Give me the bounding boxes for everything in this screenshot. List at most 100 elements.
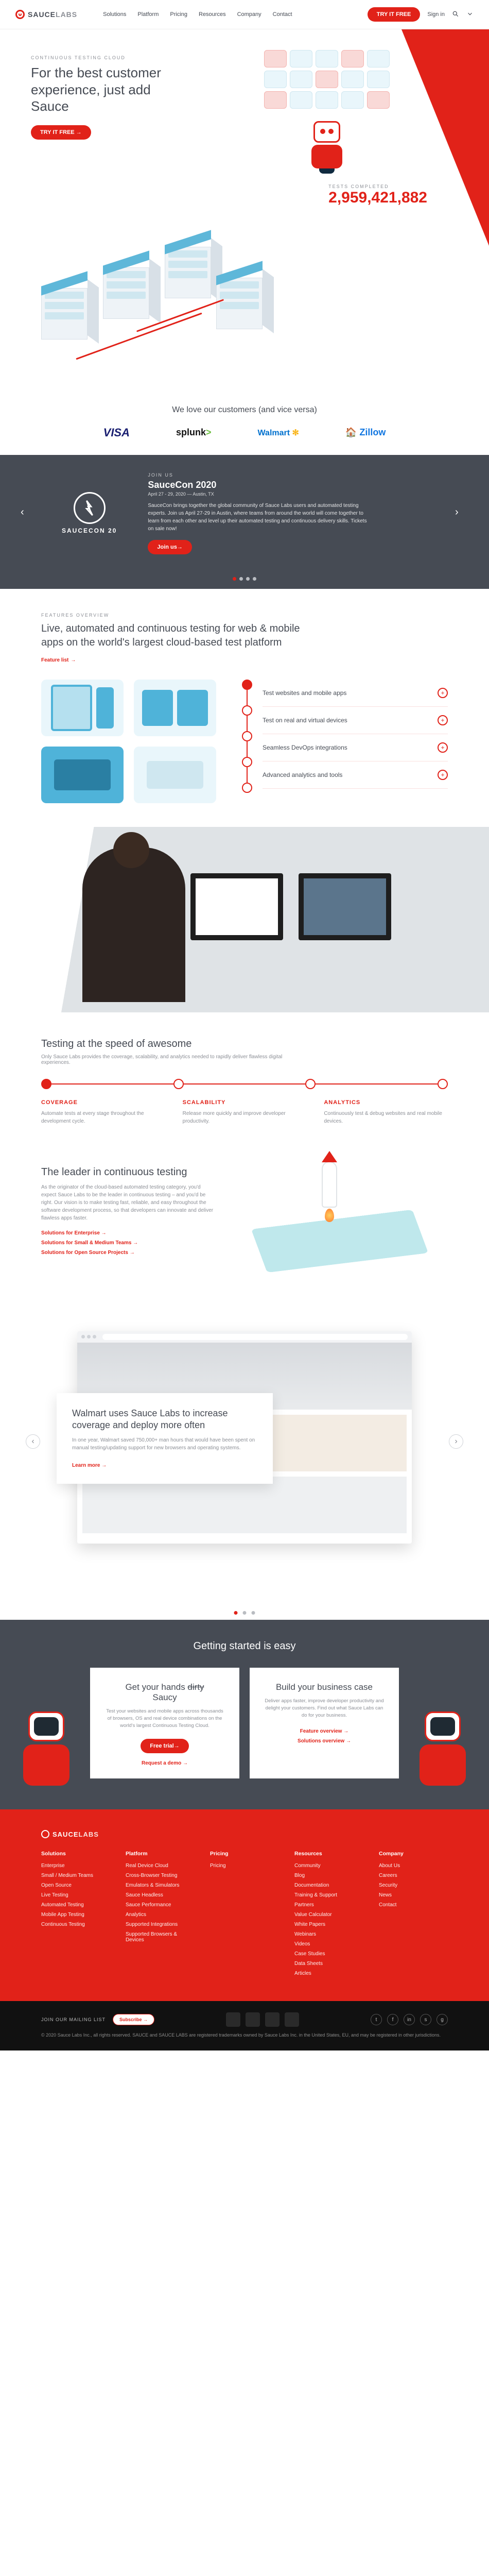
dot-4[interactable] <box>253 577 256 581</box>
case-dot-1[interactable] <box>234 1611 238 1615</box>
case-dot-3[interactable] <box>252 1611 255 1615</box>
get-started-section: Getting started is easy Get your hands d… <box>0 1620 489 1810</box>
footer-link[interactable]: News <box>379 1892 448 1898</box>
footer-link[interactable]: Value Calculator <box>294 1912 363 1918</box>
footer-link[interactable]: Small / Medium Teams <box>41 1873 110 1878</box>
dot-1[interactable] <box>233 577 236 581</box>
footer-link[interactable]: Data Sheets <box>294 1961 363 1967</box>
hero-cta-button[interactable]: TRY IT FREE → <box>31 125 91 140</box>
footer-link[interactable]: Automated Testing <box>41 1902 110 1908</box>
tests-completed-value: 2,959,421,882 <box>328 189 427 207</box>
feature-overview-link[interactable]: Feature overview → <box>300 1728 349 1734</box>
footer-link[interactable]: Cross-Browser Testing <box>126 1873 195 1878</box>
features-heading: Live, automated and continuous testing f… <box>41 622 309 650</box>
case-dot-2[interactable] <box>243 1611 247 1615</box>
subscribe-button[interactable]: Subscribe → <box>113 2014 154 2025</box>
case-prev-button[interactable]: ‹ <box>26 1434 40 1449</box>
feature-item-3[interactable]: Seamless DevOps integrations+ <box>263 734 448 761</box>
github-icon[interactable]: g <box>436 2014 448 2025</box>
speed-sub: Only Sauce Labs provides the coverage, s… <box>41 1054 299 1065</box>
solutions-smb-link[interactable]: Solutions for Small & Medium Teams → <box>41 1240 216 1246</box>
footer-link[interactable]: Enterprise <box>41 1863 110 1869</box>
twitter-icon[interactable]: t <box>371 2014 382 2025</box>
footer-link[interactable]: Continuous Testing <box>41 1922 110 1927</box>
footer-link[interactable]: Live Testing <box>41 1892 110 1898</box>
badge-icon <box>285 2012 299 2027</box>
feature-list-link[interactable]: Feature list→ <box>41 657 76 663</box>
logo-zillow: 🏠 Zillow <box>345 427 386 438</box>
solutions-oss-link[interactable]: Solutions for Open Source Projects → <box>41 1250 216 1256</box>
footer-link[interactable]: Blog <box>294 1873 363 1878</box>
footer-link[interactable]: Articles <box>294 1971 363 1976</box>
saucecon-eyebrow: JOIN US <box>148 472 427 478</box>
badge-icon <box>246 2012 260 2027</box>
footer-link[interactable]: Pricing <box>210 1863 279 1869</box>
solutions-overview-link[interactable]: Solutions overview → <box>298 1738 351 1744</box>
social-links: t f in s g <box>371 2014 448 2025</box>
footer-col-resources: ResourcesCommunityBlogDocumentationTrain… <box>294 1851 363 1980</box>
footer-link[interactable]: Careers <box>379 1873 448 1878</box>
footer-col-solutions: SolutionsEnterpriseSmall / Medium TeamsO… <box>41 1851 110 1980</box>
nav-platform[interactable]: Platform <box>137 11 159 18</box>
search-icon[interactable] <box>452 10 459 19</box>
solutions-enterprise-link[interactable]: Solutions for Enterprise → <box>41 1230 216 1236</box>
facebook-icon[interactable]: f <box>387 2014 398 2025</box>
logo[interactable]: SAUCELABS <box>15 10 77 19</box>
footer-link[interactable]: Videos <box>294 1941 363 1947</box>
footer-link[interactable]: Webinars <box>294 1931 363 1937</box>
feature-item-1[interactable]: Test websites and mobile apps+ <box>263 680 448 707</box>
footer-link[interactable]: Community <box>294 1863 363 1869</box>
footer-link[interactable]: Case Studies <box>294 1951 363 1957</box>
footer-link[interactable]: Sauce Performance <box>126 1902 195 1908</box>
rocket-illustration <box>237 1166 448 1300</box>
footer-link[interactable]: Partners <box>294 1902 363 1908</box>
saucecon-logo-icon <box>74 492 106 524</box>
carousel-prev-icon[interactable]: ‹ <box>21 506 34 520</box>
free-trial-button[interactable]: Free trial → <box>141 1739 188 1753</box>
hero-illustration <box>242 45 412 179</box>
case-next-button[interactable]: › <box>449 1434 463 1449</box>
mailing-list-label: JOIN OUR MAILING LIST <box>41 2017 106 2022</box>
footer-link[interactable]: Sauce Headless <box>126 1892 195 1898</box>
features-timeline <box>242 680 252 793</box>
linkedin-icon[interactable]: in <box>404 2014 415 2025</box>
feature-item-2[interactable]: Test on real and virtual devices+ <box>263 707 448 734</box>
try-free-button[interactable]: TRY IT FREE <box>368 7 421 22</box>
nav-solutions[interactable]: Solutions <box>103 11 126 18</box>
nav-pricing[interactable]: Pricing <box>170 11 187 18</box>
customers-section: We love our customers (and vice versa) V… <box>0 387 489 455</box>
carousel-next-icon[interactable]: › <box>455 506 468 520</box>
nav-contact[interactable]: Contact <box>273 11 292 18</box>
dot-2[interactable] <box>239 577 243 581</box>
footer-link[interactable]: Security <box>379 1883 448 1888</box>
footer-logo[interactable]: SAUCELABS <box>41 1830 448 1838</box>
card1-body: Test your websites and mobile apps acros… <box>103 1708 226 1730</box>
footer-link[interactable]: Documentation <box>294 1883 363 1888</box>
workspace-photo <box>0 827 489 1012</box>
footer-link[interactable]: Mobile App Testing <box>41 1912 110 1918</box>
footer-link[interactable]: Training & Support <box>294 1892 363 1898</box>
stackoverflow-icon[interactable]: s <box>420 2014 431 2025</box>
sign-in-link[interactable]: Sign in <box>427 11 445 18</box>
saucecon-cta-button[interactable]: Join us → <box>148 540 192 554</box>
footer-link[interactable]: Real Device Cloud <box>126 1863 195 1869</box>
dot-3[interactable] <box>246 577 250 581</box>
footer-link[interactable]: Emulators & Simulators <box>126 1883 195 1888</box>
footer-link[interactable]: Open Source <box>41 1883 110 1888</box>
footer-link[interactable]: Contact <box>379 1902 448 1908</box>
footer-link[interactable]: Analytics <box>126 1912 195 1918</box>
tests-completed-counter: TESTS COMPLETED 2,959,421,882 <box>328 184 427 207</box>
footer-link[interactable]: About Us <box>379 1863 448 1869</box>
nav-resources[interactable]: Resources <box>199 11 226 18</box>
speed-section: Testing at the speed of awesome Only Sau… <box>0 1012 489 1151</box>
footer-link[interactable]: White Papers <box>294 1922 363 1927</box>
saucecon-wordmark: SAUCECON 20 <box>62 527 117 534</box>
feature-item-4[interactable]: Advanced analytics and tools+ <box>263 761 448 789</box>
case-learn-more-link[interactable]: Learn more → <box>72 1463 107 1468</box>
language-chevron-icon[interactable] <box>466 10 474 19</box>
footer-col-heading: Company <box>379 1851 448 1857</box>
footer-link[interactable]: Supported Integrations <box>126 1922 195 1927</box>
footer-link[interactable]: Supported Browsers & Devices <box>126 1931 195 1943</box>
request-demo-link[interactable]: Request a demo → <box>142 1760 188 1766</box>
nav-company[interactable]: Company <box>237 11 261 18</box>
